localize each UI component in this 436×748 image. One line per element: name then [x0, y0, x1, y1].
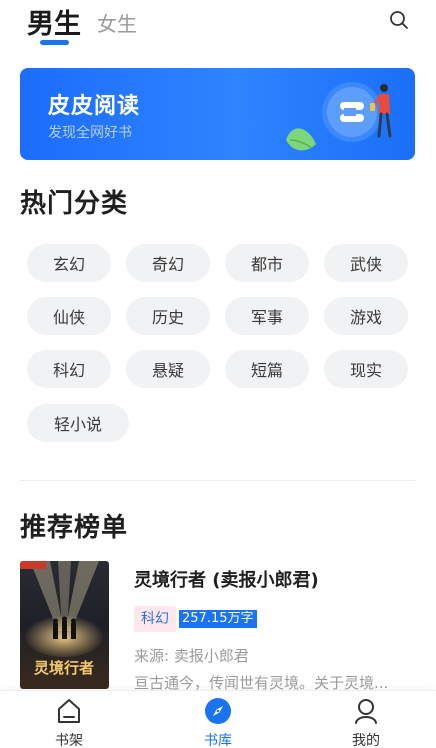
nav-library[interactable]: 书库 — [183, 697, 253, 748]
category-chip[interactable]: 短篇 — [225, 350, 309, 388]
book-cover[interactable]: 灵境行者 — [20, 561, 109, 689]
house-icon — [58, 699, 80, 723]
nav-mine-label: 我的 — [352, 733, 380, 748]
gender-tabs: 男生 女生 — [0, 0, 436, 52]
promo-banner[interactable]: 皮皮阅读 发现全网好书 — [20, 68, 415, 160]
hot-categories-title: 热门分类 — [20, 189, 129, 219]
tab-female[interactable]: 女生 — [97, 8, 137, 37]
category-chip[interactable]: 轻小说 — [27, 404, 129, 442]
banner-illustration — [286, 82, 392, 151]
category-chip[interactable]: 科幻 — [27, 350, 111, 388]
banner-subtitle: 发现全网好书 — [48, 125, 132, 141]
category-chip[interactable]: 都市 — [225, 244, 309, 282]
tab-male[interactable]: 男生 — [27, 2, 81, 41]
cover-title: 灵境行者 — [34, 659, 94, 677]
category-chip[interactable]: 仙侠 — [27, 297, 111, 335]
person-icon — [355, 699, 377, 724]
category-chip[interactable]: 悬疑 — [126, 350, 210, 388]
category-chip[interactable]: 玄幻 — [27, 244, 111, 282]
nav-shelf[interactable]: 书架 — [34, 697, 104, 748]
bottom-nav: 书架 书库 我的 — [0, 690, 436, 748]
category-chip[interactable]: 军事 — [225, 297, 309, 335]
banner-title: 皮皮阅读 — [48, 94, 141, 119]
nav-library-label: 书库 — [204, 733, 232, 748]
category-chip[interactable]: 历史 — [126, 297, 210, 335]
compass-icon — [205, 698, 231, 724]
word-count-badge: 257.15万字 — [179, 610, 257, 628]
ranking-title: 推荐榜单 — [20, 513, 129, 543]
category-chip[interactable]: 游戏 — [324, 297, 408, 335]
nav-shelf-label: 书架 — [55, 733, 83, 748]
category-chip[interactable]: 现实 — [324, 350, 408, 388]
book-list-item[interactable]: 灵境行者 灵境行者 (卖报小郎君) 科幻 257.15万字 来源: 卖报小郎君 … — [20, 561, 420, 692]
category-chip[interactable]: 奇幻 — [126, 244, 210, 282]
genre-tag: 科幻 — [134, 606, 176, 632]
tab-active-indicator — [40, 40, 69, 45]
section-divider — [20, 480, 415, 481]
book-title[interactable]: 灵境行者 (卖报小郎君) — [134, 566, 319, 592]
search-icon[interactable] — [388, 9, 410, 31]
book-source: 来源: 卖报小郎君 — [134, 647, 249, 665]
category-chip[interactable]: 武侠 — [324, 244, 408, 282]
nav-mine[interactable]: 我的 — [331, 697, 401, 748]
